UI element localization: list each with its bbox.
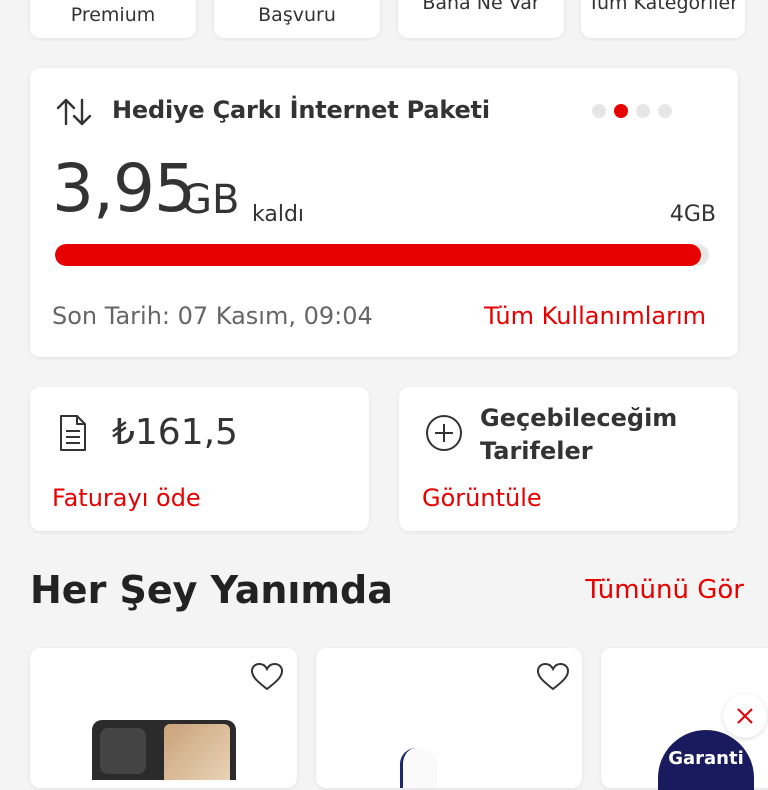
carousel-indicator[interactable] bbox=[592, 104, 672, 118]
all-usage-link[interactable]: Tüm Kullanımlarım bbox=[484, 302, 706, 330]
carousel-dot[interactable] bbox=[592, 104, 606, 118]
tile-label: Başvuru bbox=[258, 4, 336, 26]
pay-bill-link[interactable]: Faturayı öde bbox=[52, 484, 201, 512]
total-quota: 4GB bbox=[669, 202, 716, 227]
tariffs-title: Geçebileceğim Tarifeler bbox=[480, 402, 677, 468]
console-image bbox=[400, 748, 437, 788]
camera-module bbox=[100, 728, 146, 774]
due-date: Son Tarih: 07 Kasım, 09:04 bbox=[52, 302, 373, 330]
tile-label: Bana Ne Var bbox=[422, 0, 540, 14]
product-card[interactable] bbox=[316, 648, 582, 788]
data-transfer-icon bbox=[56, 98, 92, 126]
carousel-dot[interactable] bbox=[658, 104, 672, 118]
package-title: Hediye Çarkı İnternet Paketi bbox=[112, 96, 490, 124]
heart-icon[interactable] bbox=[250, 662, 284, 692]
tariffs-title-line2: Tarifeler bbox=[480, 437, 593, 465]
document-icon bbox=[60, 415, 86, 451]
close-icon bbox=[737, 708, 753, 724]
remaining-unit: GB bbox=[181, 177, 240, 223]
usage-progress-bar bbox=[55, 244, 709, 266]
tile-label: Tüm Kategoriler bbox=[587, 0, 739, 14]
promo-badge-text: Garanti bbox=[668, 748, 744, 769]
remaining-amount: 3,95 bbox=[52, 150, 196, 227]
product-card[interactable] bbox=[30, 648, 297, 788]
phone-image bbox=[92, 720, 236, 780]
tariffs-title-line1: Geçebileceğim bbox=[480, 404, 678, 432]
tile-basvuru[interactable]: Başvuru bbox=[214, 0, 380, 38]
remaining-label: kaldı bbox=[252, 202, 305, 227]
plus-circle-icon bbox=[426, 415, 462, 451]
tile-premium[interactable]: Premium bbox=[30, 0, 196, 38]
phone-screen bbox=[164, 724, 230, 780]
carousel-dot-active[interactable] bbox=[614, 104, 628, 118]
tile-bana-ne-var[interactable]: Bana Ne Var bbox=[398, 0, 564, 38]
carousel-dot[interactable] bbox=[636, 104, 650, 118]
close-button[interactable] bbox=[723, 694, 767, 738]
section-title: Her Şey Yanımda bbox=[30, 568, 393, 612]
tile-all-categories[interactable]: Tüm Kategoriler bbox=[581, 0, 745, 38]
see-all-link[interactable]: Tümünü Gör bbox=[585, 575, 744, 605]
tile-label: Premium bbox=[70, 4, 156, 26]
bill-amount: ₺161,5 bbox=[112, 412, 238, 453]
heart-icon[interactable] bbox=[536, 662, 570, 692]
view-tariffs-link[interactable]: Görüntüle bbox=[422, 484, 542, 512]
usage-progress-fill bbox=[55, 244, 701, 266]
